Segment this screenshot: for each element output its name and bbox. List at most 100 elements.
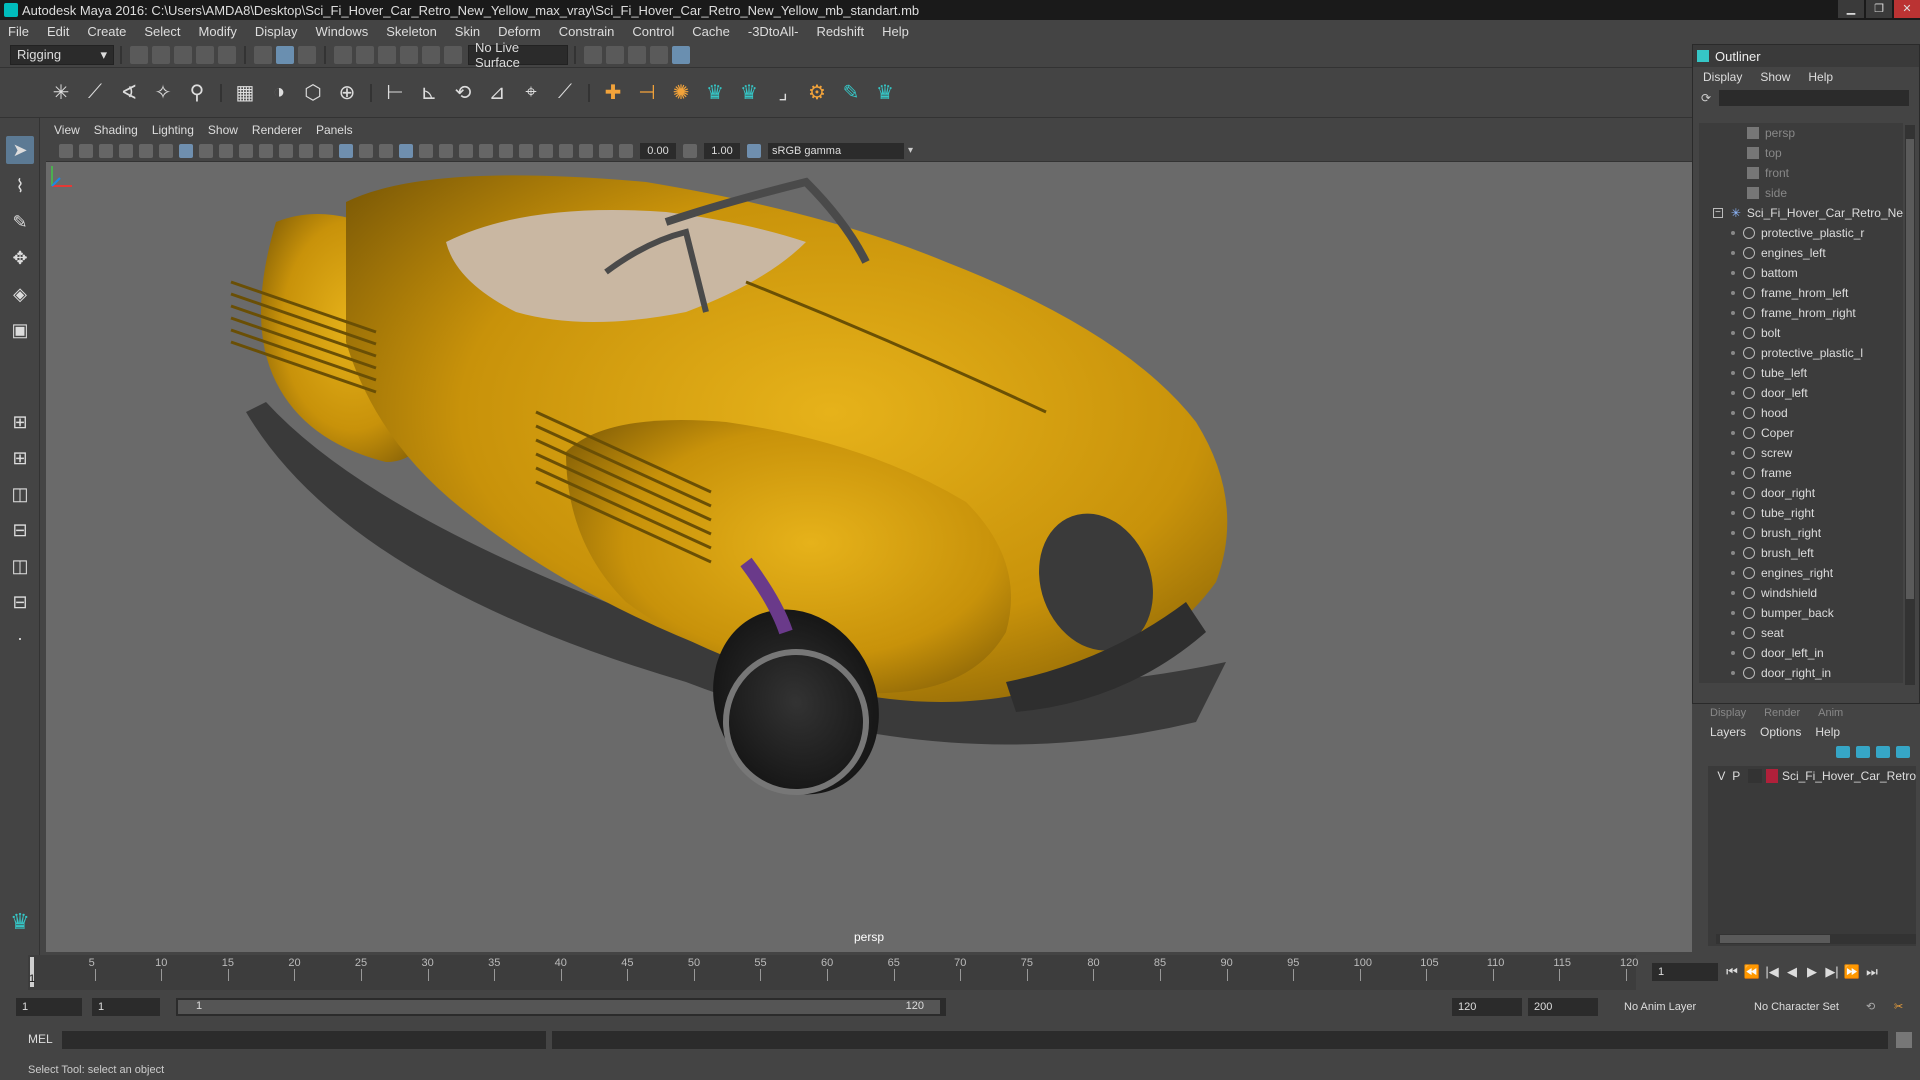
menu-redshift[interactable]: Redshift — [816, 24, 864, 39]
select-hierarchy-icon[interactable] — [254, 45, 272, 64]
single-view-icon[interactable]: ⊞ — [6, 408, 34, 436]
layer-menu-options[interactable]: Options — [1760, 725, 1801, 739]
step-forward-key-icon[interactable]: ⏩ — [1842, 963, 1862, 981]
scale-tool-icon[interactable]: ▣ — [6, 316, 34, 344]
anim-prefs-icon[interactable]: ✂ — [1890, 998, 1910, 1016]
gate-mask-icon[interactable] — [239, 143, 253, 158]
snap-curve-icon[interactable] — [356, 45, 374, 64]
time-ticks[interactable]: 1 5 10 15 20 25 30 35 40 45 50 55 60 65 70 75 80 85 90 95 1… — [28, 955, 1638, 990]
gamma-field[interactable]: 1.00 — [704, 142, 740, 159]
film-gate-icon[interactable] — [199, 143, 213, 158]
rotate-tool-icon[interactable]: ◈ — [6, 280, 34, 308]
orient-constraint-icon[interactable]: ⟲ — [448, 78, 478, 108]
outliner-scrollbar[interactable] — [1905, 125, 1915, 685]
panel-menu-panels[interactable]: Panels — [316, 123, 353, 137]
outliner-item-mesh[interactable]: bolt — [1699, 323, 1903, 343]
grease-pencil-icon[interactable] — [159, 143, 173, 158]
save-scene-icon[interactable] — [174, 45, 192, 64]
make-live-icon[interactable] — [444, 45, 462, 64]
panel-menu-shading[interactable]: Shading — [94, 123, 138, 137]
wireframe-on-shaded-icon[interactable] — [379, 143, 393, 158]
point-constraint-icon[interactable]: ⊢ — [380, 78, 410, 108]
menu-windows[interactable]: Windows — [315, 24, 368, 39]
perspective-viewport[interactable]: persp — [46, 162, 1692, 952]
persp-outliner-icon[interactable]: ◫ — [6, 552, 34, 580]
set-key-icon[interactable]: ✺ — [666, 78, 696, 108]
outliner-item-mesh[interactable]: bumper_back — [1699, 603, 1903, 623]
camera-icon[interactable] — [59, 143, 73, 158]
menu-skin[interactable]: Skin — [455, 24, 480, 39]
script-editor-icon[interactable] — [1896, 1032, 1912, 1048]
textured-icon[interactable] — [399, 143, 413, 158]
script-language-label[interactable]: MEL — [28, 1032, 53, 1046]
menu-create[interactable]: Create — [87, 24, 126, 39]
outliner-item-side[interactable]: side — [1699, 183, 1903, 203]
image-plane-icon[interactable] — [119, 143, 133, 158]
menu-modify[interactable]: Modify — [199, 24, 237, 39]
go-to-end-icon[interactable]: ⏭ — [1862, 963, 1882, 981]
minimize-button[interactable]: ▁ — [1838, 0, 1864, 18]
playback-start-field[interactable]: 1 — [92, 998, 160, 1016]
select-tool-icon[interactable]: ➤ — [6, 136, 34, 164]
start-frame-field[interactable]: 1 — [16, 998, 82, 1016]
gamma-icon[interactable] — [683, 143, 697, 158]
render-view-icon[interactable] — [650, 45, 668, 64]
layer-display-type[interactable] — [1747, 769, 1763, 783]
mash-icon[interactable]: ♛ — [700, 78, 730, 108]
locator-icon[interactable]: ✚ — [598, 78, 628, 108]
menu-control[interactable]: Control — [632, 24, 674, 39]
redo-icon[interactable] — [218, 45, 236, 64]
menu-deform[interactable]: Deform — [498, 24, 541, 39]
layout-more-icon[interactable]: · — [6, 624, 34, 652]
panel-menu-lighting[interactable]: Lighting — [152, 123, 194, 137]
anim-layer-dropdown[interactable]: No Anim Layer — [1620, 998, 1736, 1016]
outliner-item-mesh[interactable]: door_right — [1699, 483, 1903, 503]
new-scene-icon[interactable] — [130, 45, 148, 64]
layer-menu-layers[interactable]: Layers — [1710, 725, 1746, 739]
scrollbar-thumb[interactable] — [1720, 935, 1830, 943]
ik-fk-icon[interactable]: ⊣ — [632, 78, 662, 108]
safe-action-icon[interactable] — [279, 143, 293, 158]
field-chart-icon[interactable] — [259, 143, 273, 158]
humanik-icon[interactable]: ⚲ — [182, 78, 212, 108]
new-layer-selected-icon[interactable] — [1896, 746, 1910, 758]
xray-components-icon[interactable] — [599, 143, 613, 158]
outliner-item-mesh[interactable]: protective_plastic_r — [1699, 223, 1903, 243]
range-thumb[interactable] — [178, 1000, 940, 1014]
close-button[interactable]: ✕ — [1894, 0, 1920, 18]
lattice-icon[interactable]: ⬡ — [298, 78, 328, 108]
move-layer-down-icon[interactable] — [1856, 746, 1870, 758]
outliner-item-mesh[interactable]: engines_left — [1699, 243, 1903, 263]
color-management-icon[interactable] — [747, 143, 761, 158]
maya-logo-icon[interactable]: ♛ — [870, 78, 900, 108]
live-surface-field[interactable]: No Live Surface — [468, 40, 568, 70]
menu-help[interactable]: Help — [882, 24, 909, 39]
anti-alias-icon[interactable] — [499, 143, 513, 158]
panel-menu-show[interactable]: Show — [208, 123, 238, 137]
play-forwards-icon[interactable]: ▶ — [1802, 963, 1822, 981]
time-slider[interactable]: 1 5 10 15 20 25 30 35 40 45 50 55 60 65 70 75 80 85 90 95 1… — [0, 955, 1920, 990]
camera-attr-icon[interactable] — [79, 143, 93, 158]
outliner-item-mesh[interactable]: hood — [1699, 403, 1903, 423]
joint-tool-icon[interactable]: ✳ — [46, 78, 76, 108]
outliner-item-mesh[interactable]: tube_left — [1699, 363, 1903, 383]
snap-surface-icon[interactable] — [422, 45, 440, 64]
pole-vector-icon[interactable]: ⟋ — [550, 78, 580, 108]
rigid-bind-icon[interactable]: ◑ — [264, 78, 294, 108]
end-frame-field[interactable]: 200 — [1528, 998, 1598, 1016]
ambient-occlusion-icon[interactable] — [459, 143, 473, 158]
menu-edit[interactable]: Edit — [47, 24, 69, 39]
view-transform-dropdown[interactable]: sRGB gamma — [768, 142, 904, 159]
tab-anim[interactable]: Anim — [1818, 707, 1843, 719]
isolate-select-icon[interactable] — [539, 143, 553, 158]
wireframe-icon[interactable] — [319, 143, 333, 158]
tab-display[interactable]: Display — [1710, 707, 1746, 719]
go-to-start-icon[interactable]: ⏮ — [1722, 963, 1742, 981]
resolution-gate-icon[interactable] — [219, 143, 233, 158]
layer-scrollbar[interactable] — [1716, 934, 1916, 944]
auto-key-icon[interactable]: ⟲ — [1862, 998, 1882, 1016]
new-layer-icon[interactable] — [1876, 746, 1890, 758]
current-frame-field[interactable]: 1 — [1652, 963, 1718, 981]
outliner-item-mesh[interactable]: screw — [1699, 443, 1903, 463]
outliner-item-mesh[interactable]: windshield — [1699, 583, 1903, 603]
